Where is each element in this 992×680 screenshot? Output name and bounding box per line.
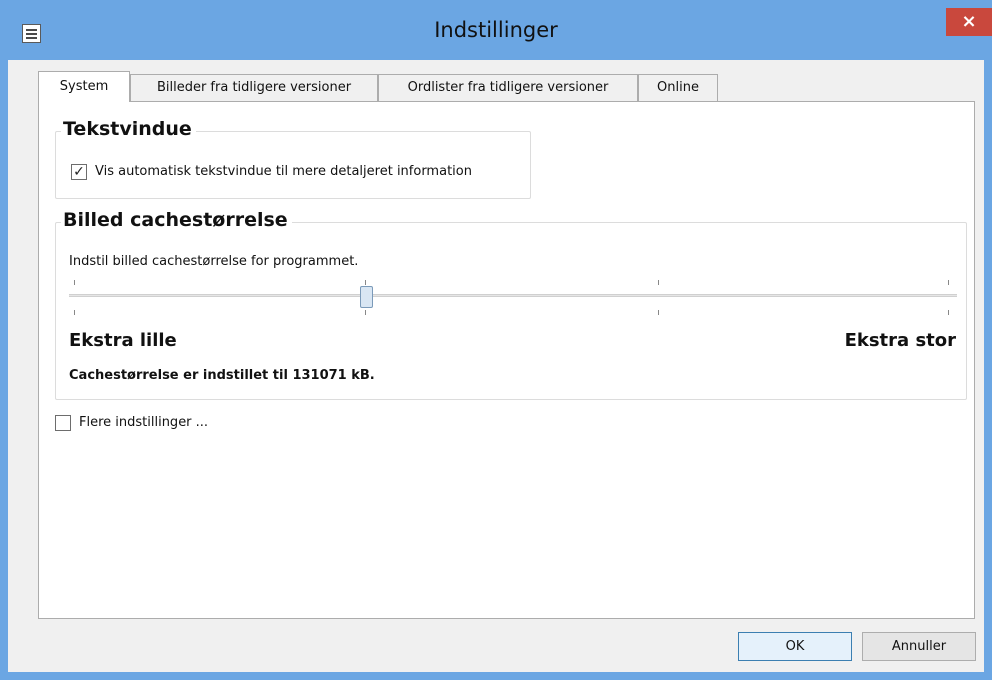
cache-status-text: Cachestørrelse er indstillet til 131071 … bbox=[69, 368, 375, 383]
tab-online[interactable]: Online bbox=[638, 74, 718, 101]
checkmark-icon: ✓ bbox=[73, 164, 85, 180]
close-icon: × bbox=[961, 11, 977, 32]
window-title: Indstillinger bbox=[434, 18, 558, 42]
slider-thumb[interactable] bbox=[360, 286, 373, 308]
tab-billeder-fra-tidligere-versioner[interactable]: Billeder fra tidligere versioner bbox=[130, 74, 378, 101]
slider-min-label: Ekstra lille bbox=[69, 330, 177, 351]
tab-system[interactable]: System bbox=[38, 71, 130, 102]
more-settings-label: Flere indstillinger ... bbox=[79, 415, 209, 430]
tab-panel-system: Tekstvindue ✓ Vis automatisk tekstvindue… bbox=[38, 101, 975, 619]
ok-button[interactable]: OK bbox=[738, 632, 852, 661]
slider-tick-top bbox=[948, 280, 949, 285]
tekstvindue-title: Tekstvindue bbox=[61, 118, 196, 140]
cache-size-slider[interactable] bbox=[69, 272, 957, 322]
slider-tick-bottom bbox=[948, 310, 949, 315]
slider-tick-top bbox=[365, 280, 366, 285]
close-button[interactable]: × bbox=[946, 8, 992, 36]
slider-tick-bottom bbox=[658, 310, 659, 315]
title-bar[interactable]: Indstillinger × bbox=[8, 0, 992, 60]
auto-textwindow-checkbox[interactable]: ✓ bbox=[71, 164, 87, 180]
more-settings-checkbox[interactable]: ✓ bbox=[55, 415, 71, 431]
tab-ordlister-fra-tidligere-versioner[interactable]: Ordlister fra tidligere versioner bbox=[378, 74, 638, 101]
slider-tick-top bbox=[658, 280, 659, 285]
slider-tick-bottom bbox=[74, 310, 75, 315]
slider-track[interactable] bbox=[69, 294, 957, 297]
slider-max-label: Ekstra stor bbox=[844, 330, 956, 351]
cancel-button[interactable]: Annuller bbox=[862, 632, 976, 661]
cache-title: Billed cachestørrelse bbox=[61, 209, 292, 231]
auto-textwindow-label: Vis automatisk tekstvindue til mere deta… bbox=[95, 164, 472, 179]
slider-tick-top bbox=[74, 280, 75, 285]
settings-dialog: Indstillinger × System Billeder fra tidl… bbox=[0, 0, 992, 680]
cache-description: Indstil billed cachestørrelse for progra… bbox=[69, 254, 359, 269]
slider-tick-bottom bbox=[365, 310, 366, 315]
